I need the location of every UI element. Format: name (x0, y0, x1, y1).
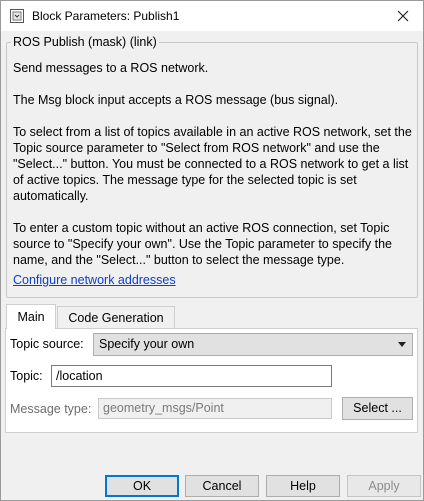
description-line: The Msg block input accepts a ROS messag… (13, 93, 339, 107)
topic-source-value: Specify your own (99, 337, 195, 351)
message-type-label: Message type: (10, 402, 92, 416)
message-type-field: geometry_msgs/Point (98, 398, 332, 419)
close-icon[interactable] (383, 1, 423, 31)
mask-legend: ROS Publish (mask) (link) (11, 35, 159, 49)
select-message-type-button[interactable]: Select ... (342, 397, 413, 420)
cancel-button[interactable]: Cancel (185, 475, 259, 497)
matlab-block-icon (9, 8, 25, 24)
description-paragraph: To select from a list of topics availabl… (13, 125, 412, 203)
chevron-down-icon (398, 342, 406, 347)
description-line: Send messages to a ROS network. (13, 61, 209, 75)
tab-code-generation[interactable]: Code Generation (57, 306, 175, 328)
apply-button[interactable]: Apply (347, 475, 421, 497)
configure-network-link[interactable]: Configure network addresses (13, 273, 176, 287)
topic-label: Topic: (10, 369, 43, 383)
description-paragraph: To enter a custom topic without an activ… (13, 221, 392, 267)
block-parameters-dialog: Block Parameters: Publish1 ROS Publish (… (0, 0, 424, 501)
window-title: Block Parameters: Publish1 (32, 9, 180, 23)
help-button[interactable]: Help (266, 475, 340, 497)
title-bar[interactable]: Block Parameters: Publish1 (1, 1, 423, 31)
tab-main[interactable]: Main (6, 304, 56, 329)
topic-source-label: Topic source: (10, 337, 84, 351)
ok-button[interactable]: OK (105, 475, 179, 497)
topic-input[interactable] (51, 365, 332, 387)
topic-source-select[interactable]: Specify your own (93, 333, 413, 356)
